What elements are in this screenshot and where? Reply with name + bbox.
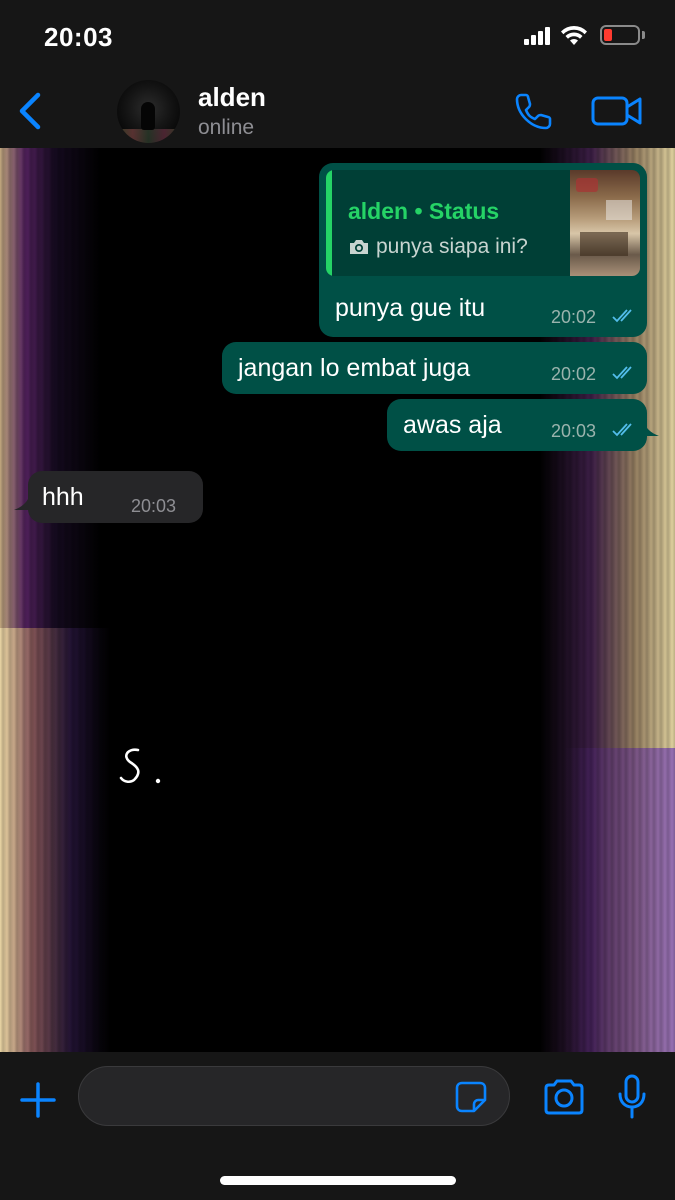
message-bubble-incoming[interactable]: hhh 20:03 (28, 471, 203, 523)
message-text: hhh (42, 483, 84, 511)
status-bar: 20:03 (0, 0, 675, 75)
read-receipt-icon (612, 423, 632, 437)
message-text: punya gue itu (335, 294, 486, 322)
status-time: 20:03 (44, 22, 113, 52)
video-camera-icon[interactable] (590, 91, 644, 131)
message-bubble-outgoing[interactable]: awas aja 20:03 (387, 399, 647, 451)
wallpaper-signature (119, 748, 161, 784)
home-indicator[interactable] (220, 1176, 456, 1185)
signal-icon (524, 27, 554, 45)
message-input[interactable] (78, 1066, 510, 1126)
read-receipt-icon (612, 309, 632, 323)
message-time: 20:02 (551, 307, 597, 327)
plus-icon[interactable] (18, 1080, 58, 1120)
battery-level (604, 29, 612, 41)
battery-icon (600, 25, 640, 45)
camera-icon (350, 240, 368, 254)
status-reply-quote[interactable]: alden • Status punya siapa ini? (326, 170, 640, 276)
message-bubble-outgoing[interactable]: jangan lo embat juga 20:02 (222, 342, 647, 394)
chat-area[interactable]: alden • Status punya siapa ini? punya gu… (0, 148, 675, 1052)
phone-icon[interactable] (512, 89, 556, 133)
contact-status: online (198, 116, 255, 139)
quote-author: alden • Status (348, 198, 500, 224)
message-bubble-outgoing[interactable]: alden • Status punya siapa ini? punya gu… (319, 163, 647, 337)
contact-name[interactable]: alden (198, 82, 266, 113)
camera-icon[interactable] (542, 1078, 586, 1116)
message-text: awas aja (403, 411, 502, 439)
read-receipt-icon (612, 366, 632, 380)
message-time: 20:02 (551, 364, 597, 384)
bubble-tail (14, 494, 30, 510)
chat-screen: 20:03 alden online alden • Status punya … (0, 0, 675, 1200)
back-button[interactable] (12, 87, 48, 135)
chat-header: alden online (0, 75, 675, 148)
message-time: 20:03 (551, 421, 597, 441)
quote-text: punya siapa ini? (376, 235, 528, 258)
battery-cap (642, 31, 645, 39)
message-time: 20:03 (131, 496, 177, 516)
avatar[interactable] (117, 80, 180, 143)
message-text: jangan lo embat juga (238, 354, 471, 382)
wifi-icon (561, 25, 587, 45)
status-thumbnail (570, 170, 640, 276)
message-input-bar (0, 1052, 675, 1200)
microphone-icon[interactable] (616, 1074, 648, 1120)
sticker-icon[interactable] (454, 1080, 488, 1114)
bubble-tail (643, 420, 659, 436)
